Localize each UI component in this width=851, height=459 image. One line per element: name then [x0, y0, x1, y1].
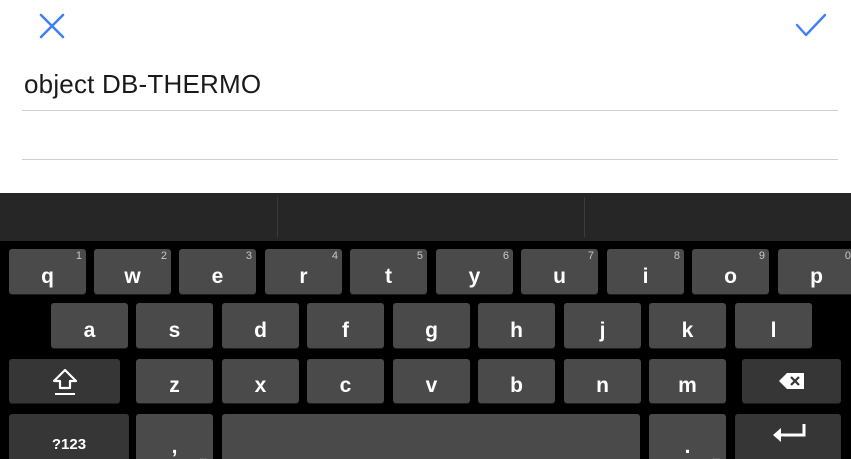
key-q[interactable]: q1 — [9, 249, 86, 294]
key-label: e — [211, 265, 224, 288]
key-more-indicator: ... — [199, 452, 207, 459]
key-label: c — [339, 374, 352, 397]
key-p[interactable]: p0 — [778, 249, 851, 294]
check-icon — [795, 13, 827, 37]
backspace-key[interactable] — [742, 359, 841, 403]
key-label: z — [169, 374, 180, 397]
key-hint: 3 — [245, 250, 252, 262]
suggestion-bar — [0, 193, 851, 241]
period-key[interactable]: .... — [649, 414, 726, 459]
key-label: g — [425, 319, 438, 342]
close-icon — [39, 13, 65, 39]
key-m[interactable]: m — [649, 359, 726, 403]
confirm-button[interactable] — [790, 8, 830, 44]
key-label: u — [553, 265, 566, 288]
soft-keyboard: q 1 w 2 e 3 r 4 t 5 y 6 u 7 i 8 o 9 p 0 a s d f g h j k l z x c v b n m ?123… — [0, 193, 851, 459]
key-hint: 4 — [331, 250, 338, 262]
key-c[interactable]: c — [307, 359, 384, 403]
enter-icon — [773, 424, 806, 442]
name-field-value: object DB-THERMO — [24, 69, 262, 99]
key-label: r — [299, 265, 308, 288]
key-l[interactable]: l — [735, 303, 812, 348]
key-hint: 0 — [844, 250, 851, 262]
key-y[interactable]: y6 — [436, 249, 513, 294]
key-label: s — [168, 319, 181, 342]
enter-key[interactable] — [735, 414, 841, 459]
key-label: o — [724, 265, 737, 288]
key-b[interactable]: b — [478, 359, 555, 403]
key-label: n — [596, 374, 609, 397]
key-hint: 5 — [416, 250, 423, 262]
key-label: k — [681, 319, 694, 342]
key-o[interactable]: o9 — [692, 249, 769, 294]
key-r[interactable]: r4 — [265, 249, 342, 294]
key-d[interactable]: d — [222, 303, 299, 348]
key-a[interactable]: a — [51, 303, 128, 348]
key-label: a — [83, 319, 96, 342]
key-label: b — [510, 374, 523, 397]
key-label: ?123 — [51, 436, 87, 453]
name-field[interactable]: object DB-THERMO — [22, 60, 838, 111]
key-f[interactable]: f — [307, 303, 384, 348]
space-key[interactable] — [222, 414, 640, 459]
key-label: v — [425, 374, 438, 397]
key-hint: 2 — [160, 250, 167, 262]
key-label: i — [642, 265, 649, 288]
key-label: j — [599, 319, 606, 342]
key-hint: 8 — [673, 250, 680, 262]
key-j[interactable]: j — [564, 303, 641, 348]
key-label: l — [770, 319, 777, 342]
key-s[interactable]: s — [136, 303, 213, 348]
key-label: w — [124, 265, 141, 288]
backspace-icon — [779, 373, 804, 389]
key-label: m — [678, 374, 697, 397]
key-x[interactable]: x — [222, 359, 299, 403]
key-label: t — [385, 265, 392, 288]
key-h[interactable]: h — [478, 303, 555, 348]
key-v[interactable]: v — [393, 359, 470, 403]
key-z[interactable]: z — [136, 359, 213, 403]
key-t[interactable]: t5 — [350, 249, 427, 294]
key-hint: 7 — [587, 250, 594, 262]
key-label: x — [254, 374, 267, 397]
key-n[interactable]: n — [564, 359, 641, 403]
second-field[interactable] — [22, 112, 838, 160]
key-w[interactable]: w2 — [94, 249, 171, 294]
key-k[interactable]: k — [649, 303, 726, 348]
key-hint: 6 — [502, 250, 509, 262]
key-label: p — [810, 265, 823, 288]
shift-icon — [52, 368, 78, 395]
comma-key[interactable]: ,... — [136, 414, 213, 459]
shift-key[interactable] — [9, 359, 120, 403]
key-more-indicator: ... — [712, 452, 720, 459]
key-hint: 9 — [758, 250, 765, 262]
key-g[interactable]: g — [393, 303, 470, 348]
key-hint: 1 — [75, 250, 82, 262]
edit-dialog: object DB-THERMO — [0, 0, 851, 193]
key-u[interactable]: u7 — [521, 249, 598, 294]
suggestion-divider — [277, 197, 278, 237]
key-label: h — [510, 319, 523, 342]
suggestion-divider — [584, 197, 585, 237]
key-label: d — [254, 319, 267, 342]
key-label: y — [468, 265, 481, 288]
key-e[interactable]: e3 — [179, 249, 256, 294]
symbols-key[interactable]: ?123 — [9, 414, 129, 459]
key-i[interactable]: i8 — [607, 249, 684, 294]
key-label: q — [41, 265, 54, 288]
close-button[interactable] — [33, 8, 69, 44]
key-label: f — [342, 319, 349, 342]
